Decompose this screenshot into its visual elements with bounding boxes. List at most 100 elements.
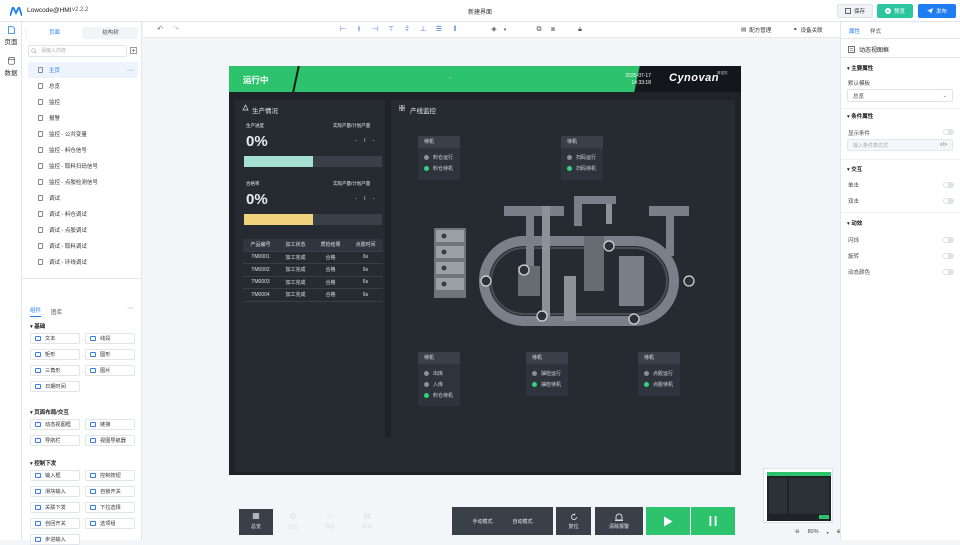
tab-components[interactable]: 组件 — [30, 306, 42, 317]
component-group-title[interactable]: ▾ 页面布局/交互 — [30, 408, 69, 416]
hmi-nav-item[interactable]: ◍ 监控 — [276, 509, 310, 535]
component-button[interactable]: 动态视图框 — [30, 419, 80, 430]
nav-data[interactable]: 数据 — [0, 57, 22, 77]
reset-button[interactable]: 复位 — [556, 507, 591, 535]
component-group-title[interactable]: ▾ 基础 — [30, 322, 45, 330]
section-interaction[interactable]: ▾ 交互 — [847, 165, 862, 173]
hmi-nav-item[interactable]: ⚠ 报警 — [313, 509, 347, 535]
ungroup-icon[interactable]: ⧈ — [549, 26, 557, 34]
lock-icon[interactable]: 🔒︎ — [576, 26, 584, 34]
page-item-label: 调试 - 点胶调试 — [49, 228, 87, 234]
minimap[interactable] — [763, 468, 833, 523]
distribute-v-icon[interactable]: ‖ — [451, 26, 459, 34]
page-item[interactable]: 监控 — [28, 94, 138, 110]
undo-icon[interactable]: ↶ — [156, 26, 164, 34]
hmi-nav-item[interactable]: ▦ 总览 — [239, 509, 273, 535]
page-item-label: 报警 — [49, 116, 61, 122]
component-button[interactable]: 线段 — [85, 333, 135, 344]
manual-mode-button[interactable]: 手动模式 — [472, 518, 492, 525]
tab-structure[interactable]: 结构树 — [83, 27, 138, 39]
group-icon[interactable]: ⧉ — [535, 26, 543, 34]
align-right-icon[interactable]: ⊣ — [371, 26, 379, 34]
date-label: 2025-07-17 — [625, 73, 651, 79]
section-animation[interactable]: ▾ 动效 — [847, 219, 862, 227]
nav-pages[interactable]: 页面 — [0, 26, 22, 46]
component-button[interactable]: 三角形 — [30, 365, 80, 376]
align-bottom-icon[interactable]: ⊥ — [419, 26, 427, 34]
align-middle-icon[interactable]: ⫩ — [403, 26, 411, 34]
code-icon[interactable]: </> — [940, 142, 947, 148]
component-button[interactable]: 选项组 — [85, 518, 135, 529]
page-item[interactable]: 调试 - 环线调试 — [28, 254, 138, 270]
align-left-icon[interactable]: ⊢ — [339, 26, 347, 34]
condition-expression-input[interactable]: 输入条件表达式 </> — [847, 139, 953, 151]
component-button[interactable]: 文本 — [30, 333, 80, 344]
align-top-icon[interactable]: ⊤ — [387, 26, 395, 34]
layer-icon[interactable]: ◈ — [490, 26, 498, 34]
save-button[interactable]: 保存 — [837, 4, 873, 18]
tab-pages[interactable]: 页面 — [27, 27, 82, 39]
section-main[interactable]: ▾ 主要属性 — [847, 64, 873, 72]
tab-gallery[interactable]: 图库 — [51, 308, 62, 316]
dynamic-color-toggle[interactable] — [943, 269, 954, 275]
page-item[interactable]: 监控 - 料仓信号 — [28, 142, 138, 158]
tab-style[interactable]: 样式 — [870, 27, 881, 35]
page-item[interactable]: 调试 - 点胶调试 — [28, 222, 138, 238]
zoom-level[interactable]: 80% — [808, 529, 819, 535]
pause-button[interactable] — [691, 507, 735, 535]
page-item[interactable]: 调试 — [28, 190, 138, 206]
start-button[interactable] — [646, 507, 690, 535]
rotate-toggle[interactable] — [943, 253, 954, 259]
more-icon[interactable]: ··· — [127, 67, 134, 74]
component-button[interactable]: 链接 — [85, 419, 135, 430]
blink-toggle[interactable] — [943, 237, 954, 243]
clear-alarm-button[interactable]: 清除报警 — [595, 507, 643, 535]
component-button[interactable]: 圆形 — [85, 349, 135, 360]
page-item[interactable]: 总览 — [28, 78, 138, 94]
hmi-canvas[interactable]: 运行中 - 2025-07-17 14:33:18 Cynovan 赛诺梵 生产… — [229, 66, 741, 535]
component-button[interactable]: 日期时间 — [30, 381, 80, 392]
page-item[interactable]: 监控 - 公共变量 — [28, 126, 138, 142]
zoom-out-icon[interactable]: ⊖ — [795, 529, 800, 535]
chevron-down-icon[interactable]: ▾ — [501, 26, 509, 34]
add-page-icon[interactable] — [130, 47, 137, 54]
component-button[interactable]: 输入框 — [30, 470, 80, 481]
component-button[interactable]: 导航栏 — [30, 435, 80, 446]
component-button[interactable]: 下拉选择 — [85, 502, 135, 513]
tab-properties[interactable]: 属性 — [849, 27, 860, 35]
device-link-button[interactable]: ⚭ 设备关联 — [793, 26, 823, 34]
click-toggle[interactable] — [943, 182, 954, 188]
show-condition-toggle[interactable] — [943, 129, 954, 135]
page-search-input[interactable]: 请输入内容 — [28, 45, 127, 57]
auto-mode-button[interactable]: 自动模式 — [513, 518, 533, 525]
double-click-toggle[interactable] — [943, 198, 954, 204]
chevron-down-icon[interactable]: ▾ — [827, 530, 829, 535]
component-button[interactable]: 视图导航器 — [85, 435, 135, 446]
recipe-button[interactable]: ▤ 配方管理 — [741, 26, 771, 34]
component-group-title[interactable]: ▾ 控制下发 — [30, 459, 56, 467]
component-button[interactable]: 关联下发 — [30, 502, 80, 513]
component-icon — [35, 422, 41, 427]
component-button[interactable]: 控制按钮 — [85, 470, 135, 481]
section-condition[interactable]: ▾ 条件属性 — [847, 112, 873, 120]
more-icon[interactable]: ··· — [127, 305, 134, 312]
component-label: 文本 — [45, 336, 56, 342]
page-item[interactable]: 调试 - 取料调试 — [28, 238, 138, 254]
component-button[interactable]: 自回开关 — [30, 518, 80, 529]
component-button[interactable]: 自锁开关 — [85, 486, 135, 497]
page-item[interactable]: 主页 ··· — [28, 62, 138, 78]
component-button[interactable]: 滑块输入 — [30, 486, 80, 497]
align-center-h-icon[interactable]: ⫲ — [355, 26, 363, 34]
default-template-select[interactable]: 总览 ⌄ — [847, 89, 953, 102]
component-button[interactable]: 矩形 — [30, 349, 80, 360]
page-item[interactable]: 报警 — [28, 110, 138, 126]
page-item[interactable]: 监控 - 点胶检测信号 — [28, 174, 138, 190]
preview-button[interactable]: 预览 — [877, 4, 913, 18]
page-item[interactable]: 调试 - 料仓调试 — [28, 206, 138, 222]
page-item[interactable]: 监控 - 取料扫码信号 — [28, 158, 138, 174]
publish-button[interactable]: 发布 — [918, 4, 956, 18]
component-button[interactable]: 图片 — [85, 365, 135, 376]
hmi-nav-item[interactable]: ▤ 调试 — [350, 509, 384, 535]
redo-icon[interactable]: ↷ — [172, 26, 180, 34]
distribute-h-icon[interactable]: ☰ — [435, 26, 443, 34]
